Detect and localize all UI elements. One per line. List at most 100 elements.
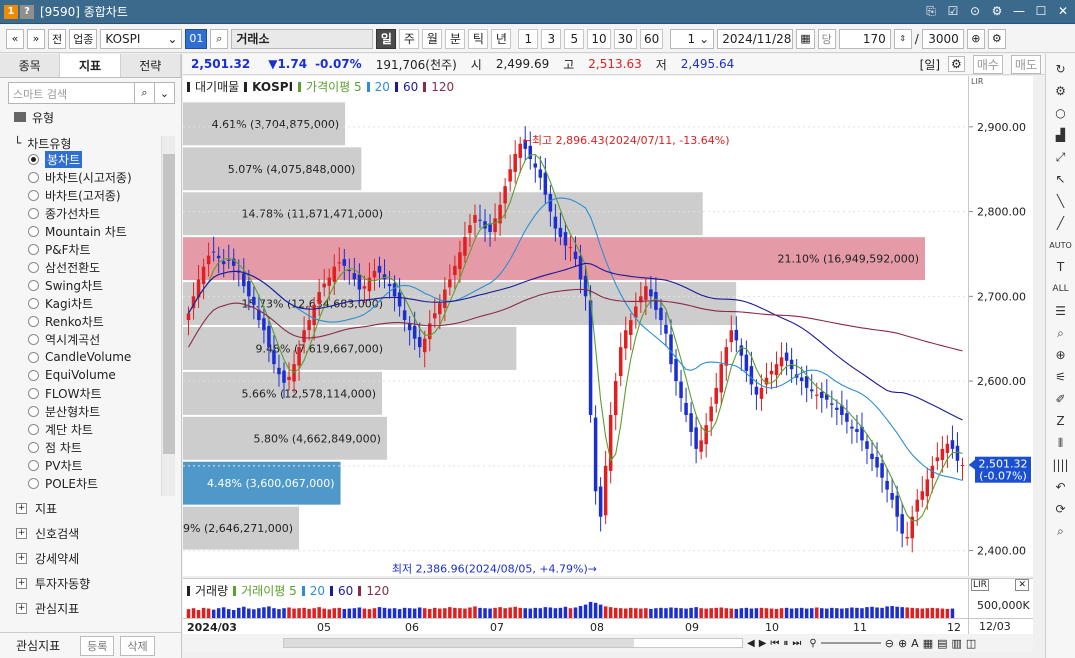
radio-icon[interactable]: [28, 477, 39, 489]
chart-type-item[interactable]: FLOW차트: [28, 384, 132, 402]
chart-type-item[interactable]: 삼선전환도: [28, 258, 132, 276]
all-tool-icon[interactable]: ALL: [1050, 278, 1072, 300]
period-tick[interactable]: 틱: [468, 28, 489, 49]
zoom-in-icon[interactable]: ⊕: [966, 28, 985, 49]
auto-trend-icon[interactable]: AUTO: [1049, 234, 1072, 256]
lir-toggle[interactable]: LIR: [971, 579, 989, 591]
volume-chart[interactable]: 거래량 거래이평 5 20 60 120: [183, 578, 968, 619]
legend-ma20[interactable]: 20: [375, 80, 390, 94]
buy-button[interactable]: 매수: [972, 54, 1003, 74]
search-icon[interactable]: ⌕: [135, 82, 155, 104]
legend-vol-ma60[interactable]: 60: [338, 584, 353, 598]
chevron-down-icon[interactable]: ⌄: [155, 82, 175, 104]
count-select[interactable]: 1 ⌄: [670, 28, 715, 49]
skip-forward-icon[interactable]: ⏭: [792, 638, 801, 649]
radio-icon[interactable]: [28, 405, 39, 417]
period-year[interactable]: 년: [491, 28, 512, 49]
chart-type-item[interactable]: 봉차트: [28, 150, 132, 168]
scroll-left-icon[interactable]: ◀: [747, 638, 755, 649]
settings-icon[interactable]: ⚙: [948, 56, 965, 72]
zoom-slider-icon[interactable]: ⚲: [809, 638, 816, 649]
cursor-icon[interactable]: ↖: [1050, 168, 1072, 190]
radio-icon[interactable]: [28, 261, 39, 273]
chart-type-item[interactable]: 종가선차트: [28, 204, 132, 222]
legend-ma120[interactable]: 120: [431, 80, 454, 94]
period-week[interactable]: 주: [399, 28, 420, 49]
eraser-icon[interactable]: ✐: [1050, 388, 1072, 410]
nav-dropdown-button[interactable]: »: [27, 28, 45, 49]
tree-scrollbar[interactable]: [161, 136, 175, 496]
chart-type-item[interactable]: 점 차트: [28, 438, 132, 456]
circle-icon[interactable]: ○: [1050, 102, 1072, 124]
radio-icon[interactable]: [28, 279, 39, 291]
table-icon[interactable]: ▦: [923, 637, 933, 650]
scroll-track[interactable]: [283, 638, 743, 648]
help-icon[interactable]: ?: [20, 4, 34, 19]
chart-type-item[interactable]: POLE차트: [28, 474, 132, 492]
register-button[interactable]: 등록: [80, 635, 115, 656]
split-icon[interactable]: ◫: [966, 637, 976, 650]
nav-back-button[interactable]: «: [6, 28, 24, 49]
vertical-lines-icon[interactable]: ⦀: [1050, 432, 1072, 454]
radio-icon[interactable]: [28, 171, 39, 183]
gear-icon[interactable]: ⚙: [1050, 80, 1072, 102]
refresh-icon[interactable]: ↻: [1050, 58, 1072, 80]
text-tool-icon[interactable]: T: [1050, 256, 1072, 278]
total-bars-input[interactable]: 3000: [921, 28, 964, 49]
zoom-slider[interactable]: [820, 642, 881, 644]
legend-vol-ma120[interactable]: 120: [366, 584, 389, 598]
chart-type-item[interactable]: 분산형차트: [28, 402, 132, 420]
radio-icon[interactable]: [28, 315, 39, 327]
radio-icon[interactable]: [28, 207, 39, 219]
section-investor-trend[interactable]: + 투자자동향: [0, 571, 182, 596]
chart-type-item[interactable]: PV차트: [28, 456, 132, 474]
price-y-axis[interactable]: 2,900.002,800.002,700.002,600.002,500.00…: [968, 76, 1033, 576]
close-icon[interactable]: ✕: [1055, 3, 1071, 19]
price-chart[interactable]: 4.61% (3,704,875,000) 5.07% (4,075,848,00…: [166, 76, 968, 576]
legend-ma5[interactable]: 가격이평 5: [306, 78, 362, 95]
section-signal-search[interactable]: + 신호검색: [0, 521, 182, 546]
delete-button[interactable]: 삭제: [120, 635, 155, 656]
chart-type-item[interactable]: 역시계곡선: [28, 330, 132, 348]
zoom-in-icon[interactable]: ⊕: [898, 637, 907, 650]
date-field[interactable]: 2024/11/28: [717, 28, 794, 49]
code-icon[interactable]: 01: [185, 28, 208, 49]
camera-icon[interactable]: ⊙: [967, 3, 983, 19]
scroll-thumb[interactable]: [163, 154, 175, 454]
legend-ma60[interactable]: 60: [403, 80, 418, 94]
radio-icon[interactable]: [28, 333, 39, 345]
chart-type-item[interactable]: 바차트(시고저종): [28, 168, 132, 186]
chart-type-item[interactable]: Renko차트: [28, 312, 132, 330]
prev-button[interactable]: 전: [48, 28, 67, 49]
chart-type-item[interactable]: CandleVolume: [28, 348, 132, 366]
interval-60[interactable]: 60: [639, 28, 664, 49]
legend-vol-ma20[interactable]: 20: [310, 584, 325, 598]
search-icon[interactable]: ⌕: [210, 28, 229, 49]
legend-volume-profile[interactable]: 대기매물: [195, 78, 239, 95]
tab-strategy[interactable]: 전략: [120, 54, 181, 77]
gear-icon[interactable]: ⚙: [989, 3, 1005, 19]
chart-type-item[interactable]: EquiVolume: [28, 366, 132, 384]
zoom-out-icon[interactable]: ⊖: [885, 637, 894, 650]
zigzag-icon[interactable]: Z: [1050, 410, 1072, 432]
radio-icon[interactable]: [28, 351, 39, 363]
radio-icon[interactable]: [28, 297, 39, 309]
chart-type-item[interactable]: 계단 차트: [28, 420, 132, 438]
legend-kospi[interactable]: KOSPI: [252, 80, 293, 94]
period-day[interactable]: 일: [376, 28, 397, 49]
line-tool-icon[interactable]: ╲: [1050, 190, 1072, 212]
font-size-icon[interactable]: A: [911, 637, 919, 650]
redo-icon[interactable]: ⟳: [1050, 498, 1072, 520]
section-indicators[interactable]: + 지표: [0, 496, 182, 521]
layout-icon[interactable]: ▤: [937, 637, 947, 650]
current-toggle[interactable]: 당: [817, 28, 836, 49]
sector-button[interactable]: 업종: [69, 28, 98, 49]
settings-icon[interactable]: ⚙: [987, 28, 1006, 49]
minimize-icon[interactable]: —: [1011, 3, 1027, 19]
stack-icon[interactable]: ☰: [1050, 300, 1072, 322]
scroll-thumb[interactable]: [284, 639, 634, 647]
checklist-icon[interactable]: ☑: [945, 3, 961, 19]
chart-icon[interactable]: ▟: [1050, 124, 1072, 146]
search-icon[interactable]: ⌕: [1050, 520, 1072, 542]
chart-type-item[interactable]: Mountain 차트: [28, 222, 132, 240]
